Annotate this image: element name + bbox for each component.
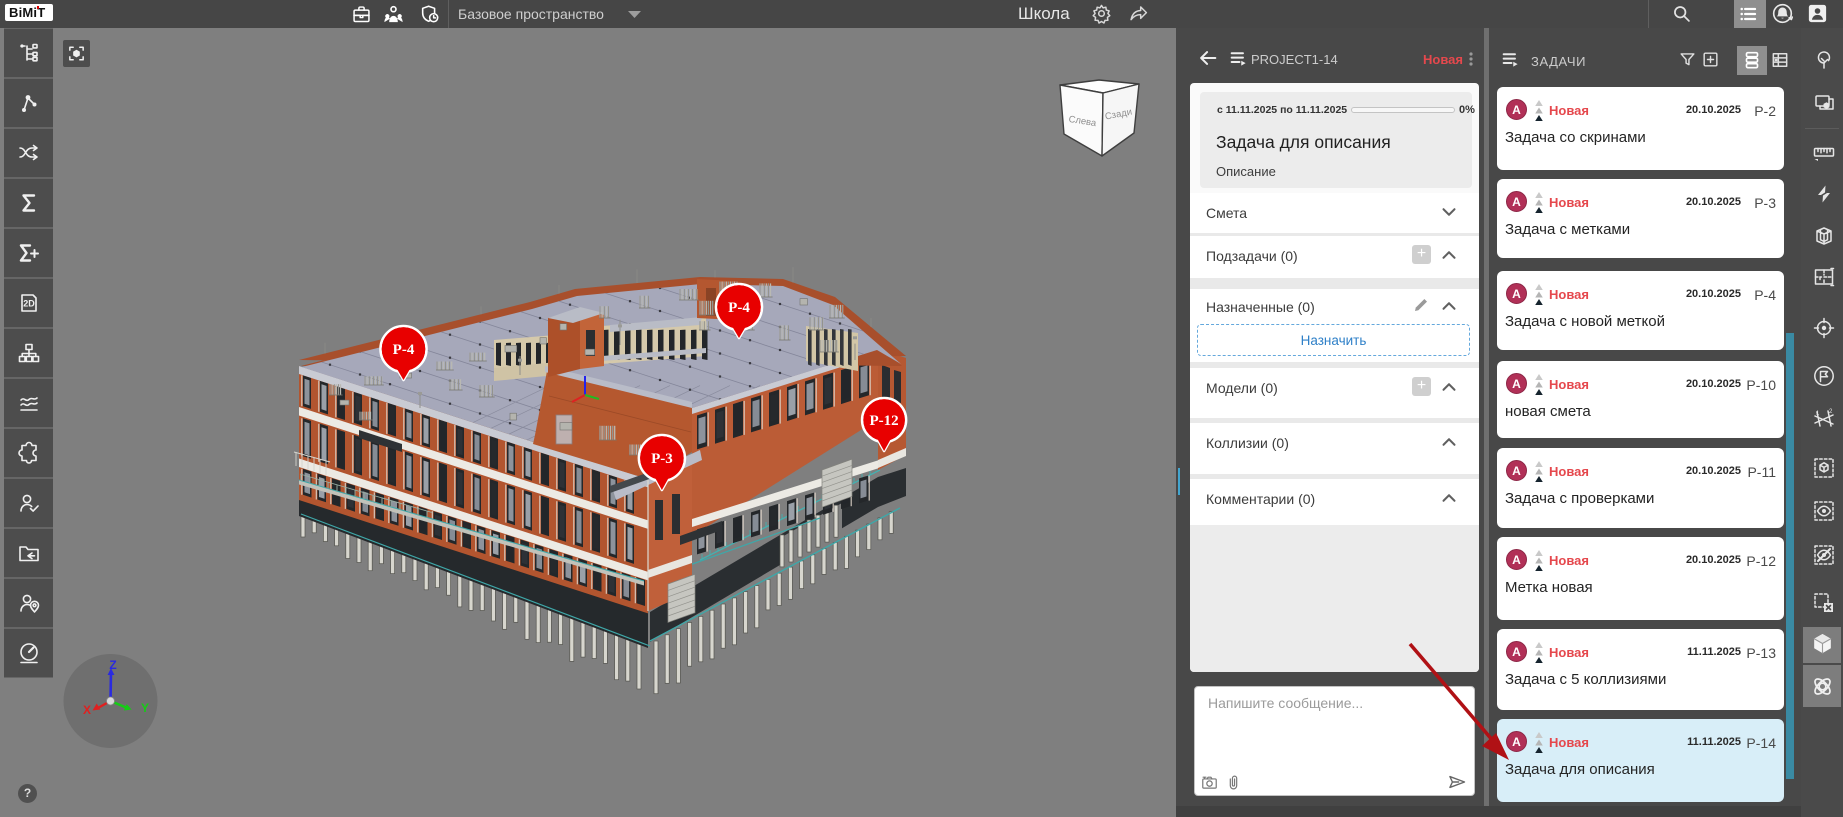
svg-text:P-12: P-12 xyxy=(870,413,899,429)
svg-text:2: 2 xyxy=(1829,409,1833,415)
svg-text:Z: Z xyxy=(109,658,116,672)
svg-text:Y: Y xyxy=(141,701,149,715)
svg-text:1: 1 xyxy=(1816,411,1820,417)
svg-text:P-4: P-4 xyxy=(728,300,750,316)
svg-text:P-3: P-3 xyxy=(651,451,673,467)
svg-text:P-4: P-4 xyxy=(393,342,415,358)
svg-text:X: X xyxy=(83,703,91,717)
